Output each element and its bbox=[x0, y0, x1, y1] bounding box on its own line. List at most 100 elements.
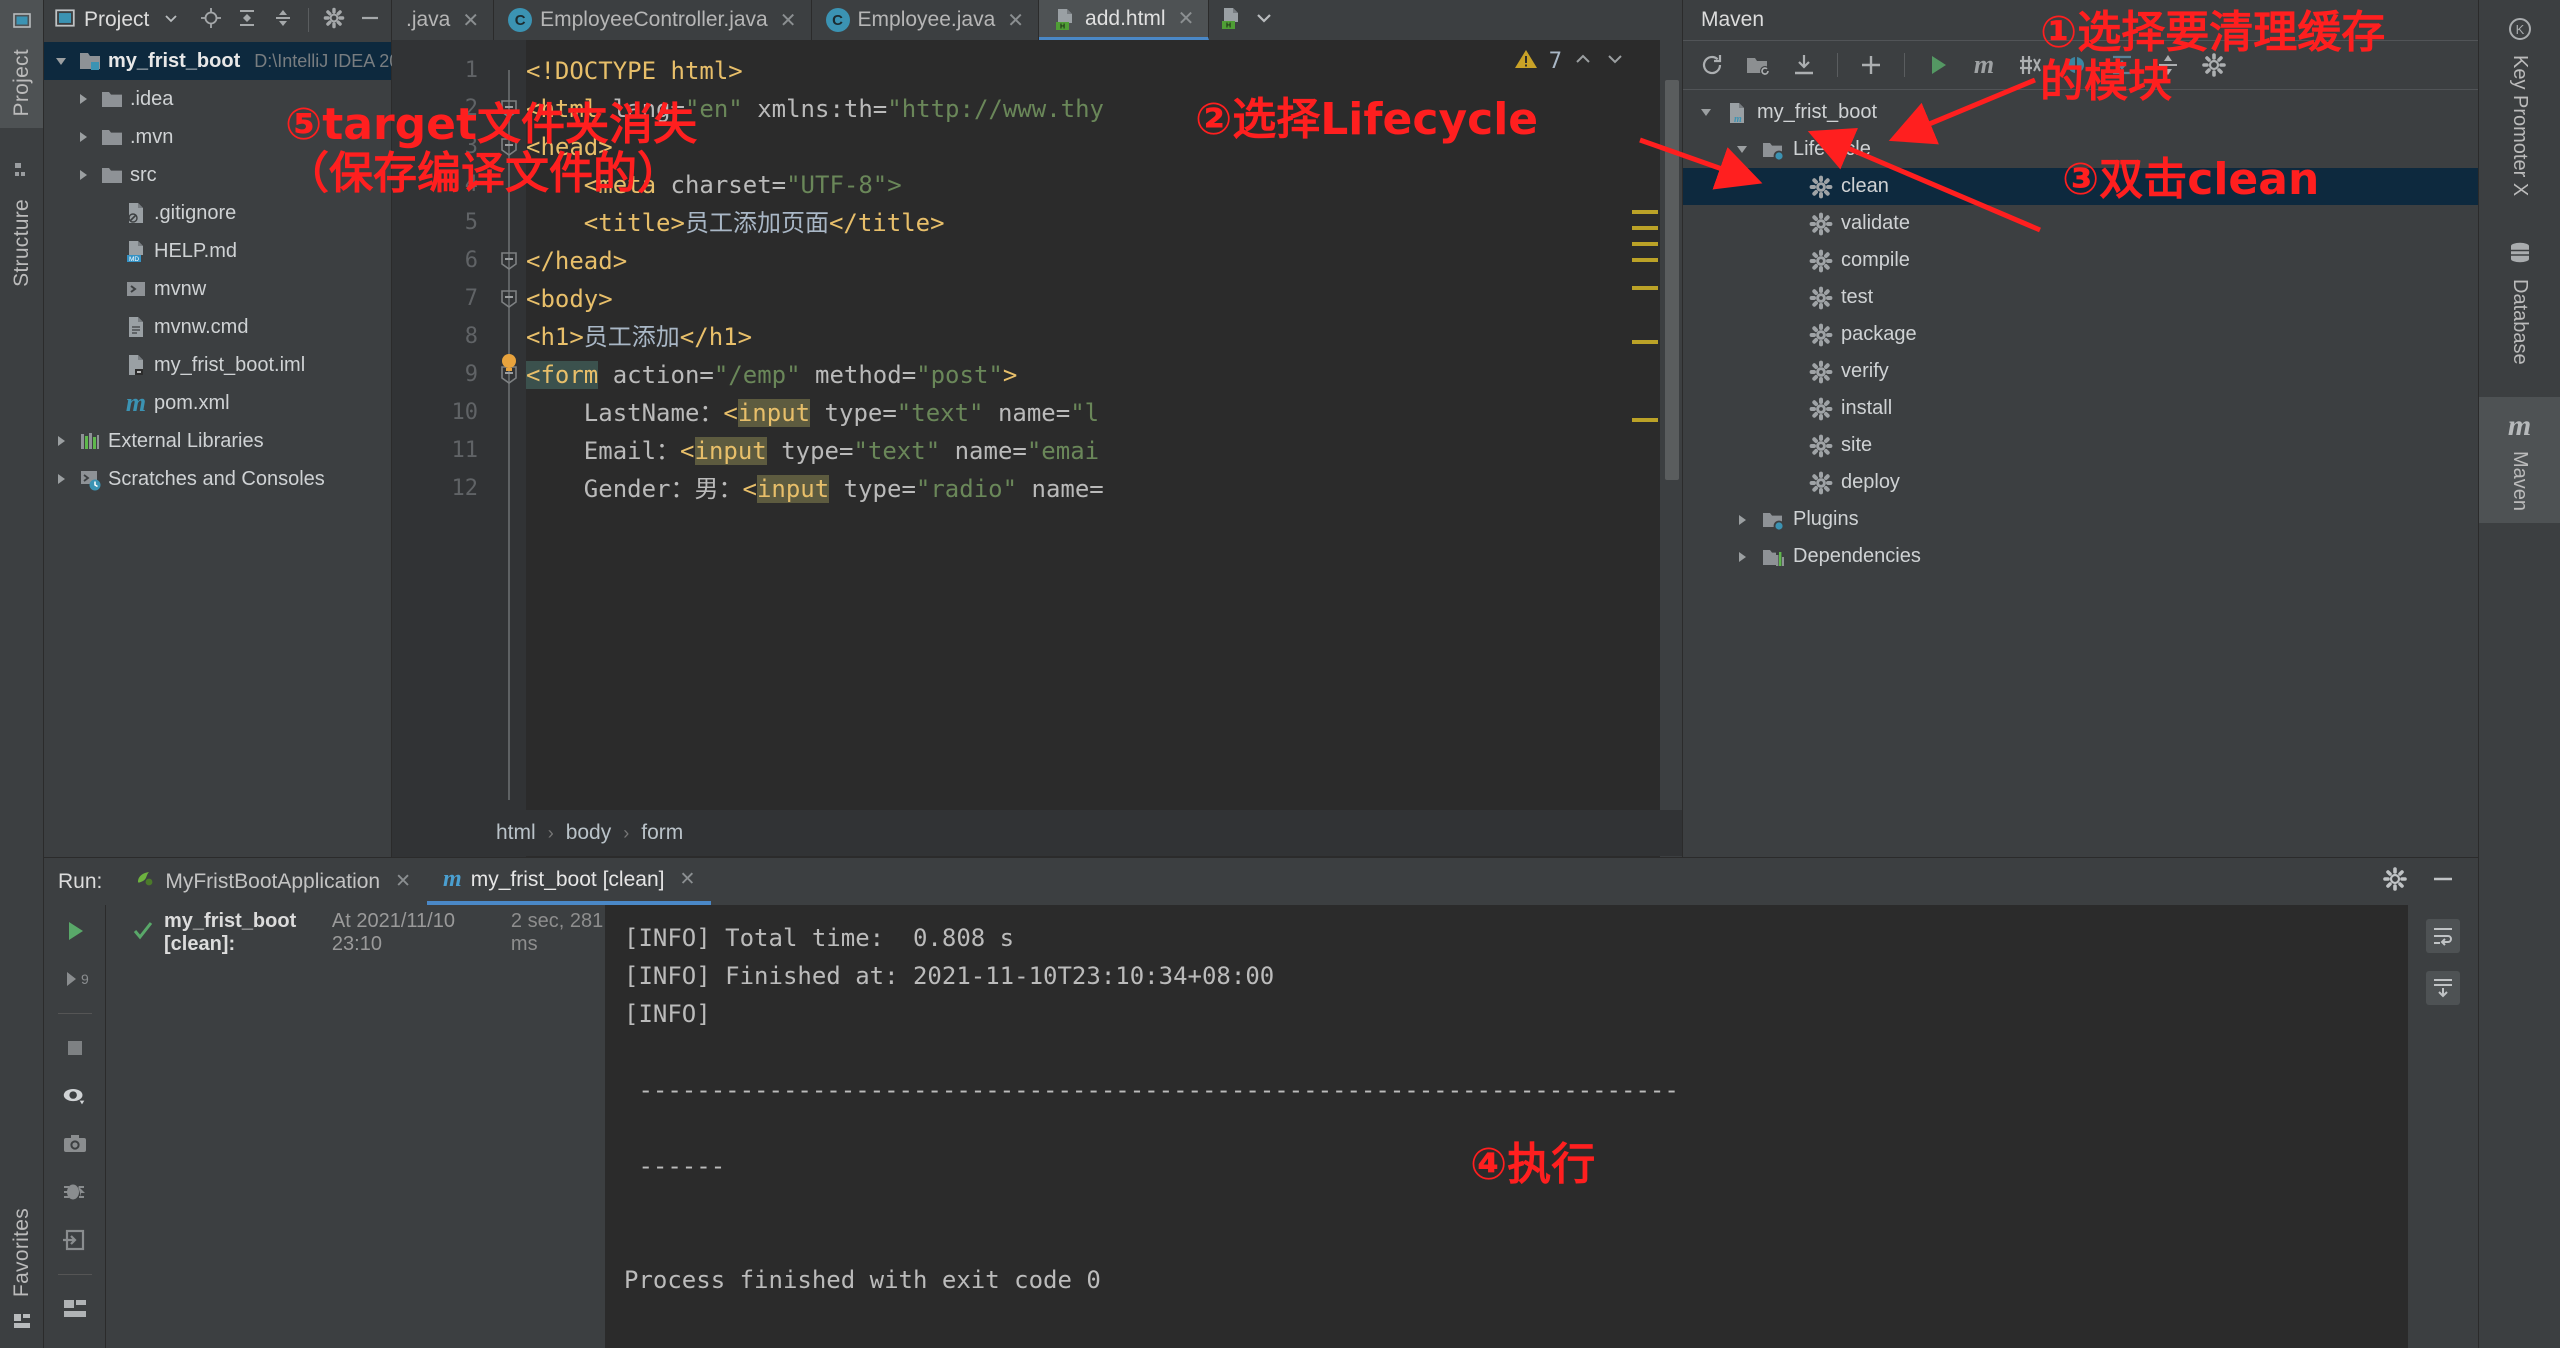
project-tree-item[interactable]: Scratches and Consoles bbox=[44, 460, 391, 498]
maven-tree-item[interactable]: Plugins bbox=[1683, 501, 2478, 538]
code-line[interactable]: <form action="/emp" method="post"> bbox=[526, 356, 1682, 394]
code-line[interactable]: Email：<input type="text" name="emai bbox=[526, 432, 1682, 470]
camera-icon[interactable] bbox=[61, 1130, 89, 1158]
code-line[interactable]: <meta charset="UTF-8"> bbox=[526, 166, 1682, 204]
code-line[interactable]: Gender：男：<input type="radio" name= bbox=[526, 470, 1682, 508]
code-line[interactable]: </head> bbox=[526, 242, 1682, 280]
close-icon[interactable]: ✕ bbox=[1178, 6, 1195, 31]
rerun-icon[interactable]: 9 bbox=[61, 965, 89, 993]
rail-item-key-promoter[interactable]: K Key Promoter X bbox=[2479, 0, 2560, 208]
soft-wrap-icon[interactable] bbox=[2426, 919, 2460, 953]
run-tab-maven-clean[interactable]: m my_frist_boot [clean] ✕ bbox=[427, 858, 712, 905]
chevron-right-icon[interactable] bbox=[1731, 514, 1753, 525]
editor-marker-bar[interactable] bbox=[1660, 40, 1682, 857]
project-tree-item[interactable]: External Libraries bbox=[44, 422, 391, 460]
collapse-all-icon[interactable] bbox=[2109, 52, 2135, 78]
maven-tree-item[interactable]: package bbox=[1683, 316, 2478, 353]
rail-item-database[interactable]: Database bbox=[2479, 228, 2560, 377]
warning-marker[interactable] bbox=[1632, 418, 1658, 422]
skip-tests-icon[interactable] bbox=[2017, 52, 2043, 78]
download-sources-icon[interactable] bbox=[1791, 52, 1817, 78]
expand-all-icon[interactable] bbox=[2155, 52, 2181, 78]
maven-tree-item[interactable]: validate bbox=[1683, 205, 2478, 242]
editor-tab[interactable]: .java ✕ bbox=[392, 0, 495, 40]
project-tree-item[interactable]: .idea bbox=[44, 80, 391, 118]
debug-icon[interactable] bbox=[61, 1178, 89, 1206]
project-tree-item[interactable]: mvnw.cmd bbox=[44, 308, 391, 346]
warning-marker[interactable] bbox=[1632, 226, 1658, 230]
warning-marker[interactable] bbox=[1632, 258, 1658, 262]
warning-marker[interactable] bbox=[1632, 242, 1658, 246]
settings-icon[interactable] bbox=[323, 7, 345, 34]
maven-tree-item[interactable]: deploy bbox=[1683, 464, 2478, 501]
chevron-down-icon[interactable] bbox=[1253, 7, 1275, 34]
fold-toggle-icon[interactable] bbox=[498, 98, 520, 120]
editor-tab[interactable]: C EmployeeController.java ✕ bbox=[494, 0, 812, 40]
chevron-down-icon[interactable] bbox=[1731, 146, 1753, 153]
rail-item-favorites[interactable]: Favorites bbox=[0, 1196, 44, 1340]
run-icon[interactable] bbox=[61, 917, 89, 945]
chevron-right-icon[interactable] bbox=[72, 94, 94, 104]
hide-panel-icon[interactable] bbox=[2430, 866, 2456, 897]
fold-column[interactable] bbox=[492, 40, 526, 857]
tab-overflow[interactable]: H bbox=[1209, 0, 1285, 40]
project-tree-item[interactable]: .mvn bbox=[44, 118, 391, 156]
project-tree-item[interactable]: my_frist_boot.iml bbox=[44, 346, 391, 384]
stop-icon[interactable] bbox=[61, 1034, 89, 1062]
maven-tree-item[interactable]: clean bbox=[1683, 168, 2478, 205]
fold-toggle-icon[interactable] bbox=[498, 250, 520, 272]
editor-inspection-status[interactable]: 7 bbox=[1513, 46, 1626, 77]
code-line[interactable]: <html lang="en" xmlns:th="http://www.thy bbox=[526, 90, 1682, 128]
project-tree-item[interactable]: .gitignore bbox=[44, 194, 391, 232]
close-icon[interactable]: ✕ bbox=[395, 870, 411, 893]
code-line[interactable]: <title>员工添加页面</title> bbox=[526, 204, 1682, 242]
code-content[interactable]: <!DOCTYPE html> <html lang="en" xmlns:th=… bbox=[526, 40, 1682, 857]
maven-tree-item[interactable]: test bbox=[1683, 279, 2478, 316]
close-icon[interactable]: ✕ bbox=[780, 8, 797, 33]
project-tree-item[interactable]: m pom.xml bbox=[44, 384, 391, 422]
code-line[interactable]: <body> bbox=[526, 280, 1682, 318]
add-maven-project-icon[interactable] bbox=[1745, 52, 1771, 78]
code-line[interactable]: <!DOCTYPE html> bbox=[526, 52, 1682, 90]
fold-toggle-icon[interactable] bbox=[498, 288, 520, 310]
maven-goal-icon[interactable]: m bbox=[1971, 50, 1997, 79]
rail-item-maven[interactable]: m Maven bbox=[2479, 396, 2560, 523]
maven-tree-item[interactable]: m my_frist_boot bbox=[1683, 94, 2478, 131]
scroll-to-end-icon[interactable] bbox=[2426, 971, 2460, 1005]
run-icon[interactable] bbox=[1925, 52, 1951, 78]
code-editor[interactable]: 1 2 3 4 5 6 7 8 9 10 11 12 <!DOCTYPE html> <html lan… bbox=[392, 40, 1682, 857]
maven-tree-item[interactable]: compile bbox=[1683, 242, 2478, 279]
hide-panel-icon[interactable] bbox=[359, 7, 381, 34]
maven-tree-item[interactable]: install bbox=[1683, 390, 2478, 427]
editor-tab[interactable]: Hadd.html ✕ bbox=[1039, 0, 1210, 40]
chevron-down-icon[interactable] bbox=[163, 10, 179, 31]
fold-toggle-icon[interactable] bbox=[498, 136, 520, 158]
rail-item-structure[interactable]: Structure bbox=[0, 156, 43, 299]
maven-tree-item[interactable]: site bbox=[1683, 427, 2478, 464]
maven-tree-item[interactable]: Lifecycle bbox=[1683, 131, 2478, 168]
project-tree-item[interactable]: MD HELP.md bbox=[44, 232, 391, 270]
intention-bulb-icon[interactable] bbox=[496, 350, 522, 381]
code-line[interactable]: <h1>员工添加</h1> bbox=[526, 318, 1682, 356]
editor-scrollbar-thumb[interactable] bbox=[1665, 80, 1679, 480]
chevron-down-icon[interactable] bbox=[1695, 109, 1717, 116]
maven-tree-item[interactable]: Dependencies bbox=[1683, 538, 2478, 575]
layout-icon[interactable] bbox=[61, 1295, 89, 1323]
chevron-right-icon[interactable] bbox=[50, 436, 72, 446]
project-tree-item[interactable]: my_frist_boot D:\IntelliJ IDEA 2021.1\my_… bbox=[44, 42, 488, 80]
chevron-right-icon[interactable] bbox=[72, 170, 94, 180]
project-tree-item[interactable]: src bbox=[44, 156, 391, 194]
project-tree-item[interactable]: mvnw bbox=[44, 270, 391, 308]
breadcrumb-item[interactable]: html bbox=[496, 821, 536, 845]
maven-tree-item[interactable]: verify bbox=[1683, 353, 2478, 390]
collapse-all-icon[interactable] bbox=[272, 7, 294, 34]
chevron-down-icon[interactable] bbox=[50, 57, 72, 65]
export-icon[interactable] bbox=[61, 1226, 89, 1254]
locate-icon[interactable] bbox=[200, 7, 222, 34]
chevron-right-icon[interactable] bbox=[1731, 551, 1753, 562]
run-tab-spring[interactable]: MyFristBootApplication ✕ bbox=[118, 858, 427, 905]
settings-icon[interactable] bbox=[2382, 866, 2408, 897]
expand-all-icon[interactable] bbox=[236, 7, 258, 34]
breadcrumb-item[interactable]: form bbox=[641, 821, 683, 845]
warning-marker[interactable] bbox=[1632, 340, 1658, 344]
